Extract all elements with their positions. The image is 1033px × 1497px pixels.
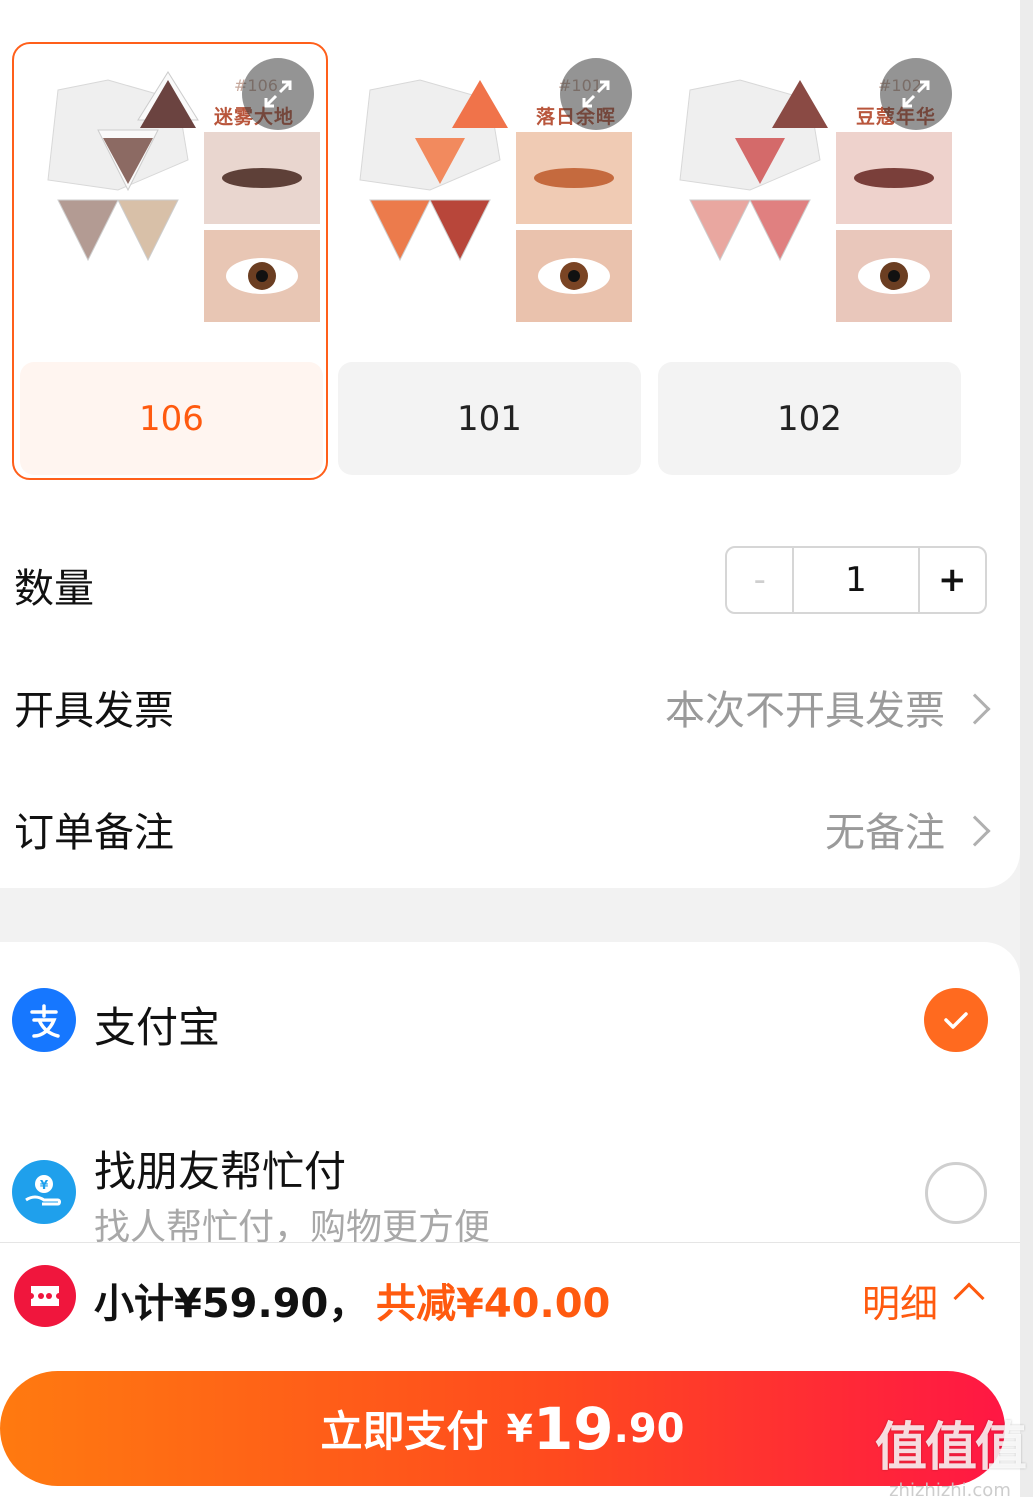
svg-text:¥: ¥ — [40, 1178, 49, 1192]
alipay-icon — [12, 988, 76, 1052]
variant-option-102[interactable]: #102 豆蔻年华 102 — [650, 0, 961, 480]
payment-name: 支付宝 — [94, 1003, 221, 1052]
subtotal-text: 小计¥59.90， — [94, 1281, 369, 1327]
watermark: 值值值 zhizhizhi.com — [874, 1405, 1027, 1497]
order-remark-row[interactable]: 订单备注 无备注 — [0, 794, 1020, 874]
decrement-button[interactable]: - — [727, 548, 795, 612]
chevron-right-icon — [959, 815, 991, 847]
radio-unselected-icon[interactable] — [925, 1162, 987, 1224]
pay-now-button[interactable]: 立即支付 ¥ 19 .90 — [0, 1371, 1005, 1486]
remark-label: 订单备注 — [14, 810, 174, 856]
payment-name: 找朋友帮忙付 — [94, 1147, 347, 1196]
expand-icon[interactable] — [560, 58, 632, 130]
scrollbar[interactable] — [1020, 0, 1033, 1497]
invoice-row[interactable]: 开具发票 本次不开具发票 — [0, 672, 1020, 752]
discount-text: 共减¥40.00 — [376, 1281, 611, 1327]
quantity-label: 数量 — [14, 566, 94, 612]
checkout-footer: 小计¥59.90， 共减¥40.00 明细 立即支付 ¥ 19 .90 — [0, 1242, 1020, 1497]
quantity-stepper: - 1 + — [725, 546, 987, 614]
radio-selected-icon[interactable] — [924, 988, 988, 1052]
detail-link[interactable]: 明细 — [862, 1273, 938, 1328]
variant-label: 106 — [20, 362, 323, 475]
variant-label: 102 — [658, 362, 961, 475]
remark-value: 无备注 — [825, 810, 945, 856]
increment-button[interactable]: + — [920, 548, 985, 612]
pay-button-label: 立即支付 — [320, 1407, 489, 1456]
chevron-right-icon — [959, 693, 991, 725]
pay-amount-integer: 19 — [532, 1394, 614, 1463]
watermark-logo: 值值值 — [874, 1418, 1027, 1478]
variant-label: 101 — [338, 362, 641, 475]
order-options-card: #106 迷雾大地 106 #101 落日余晖 101 — [0, 0, 1020, 888]
pay-currency: ¥ — [506, 1406, 533, 1451]
expand-icon[interactable] — [242, 58, 314, 130]
pay-amount-decimal: .90 — [613, 1405, 685, 1452]
invoice-label: 开具发票 — [14, 688, 174, 734]
chevron-up-icon[interactable] — [953, 1282, 985, 1314]
variant-option-101[interactable]: #101 落日余晖 101 — [330, 0, 641, 480]
variant-option-106[interactable]: #106 迷雾大地 106 — [12, 0, 328, 480]
invoice-value: 本次不开具发票 — [665, 688, 945, 734]
coupon-icon — [14, 1265, 76, 1327]
expand-icon[interactable] — [880, 58, 952, 130]
watermark-site: zhizhizhi.com — [889, 1480, 1011, 1497]
payment-methods-card: 支付宝 ¥ 找朋友帮忙付 找人帮忙付，购物更方便 — [0, 942, 1020, 1248]
quantity-input[interactable]: 1 — [794, 548, 920, 612]
friend-pay-icon: ¥ — [12, 1160, 76, 1224]
